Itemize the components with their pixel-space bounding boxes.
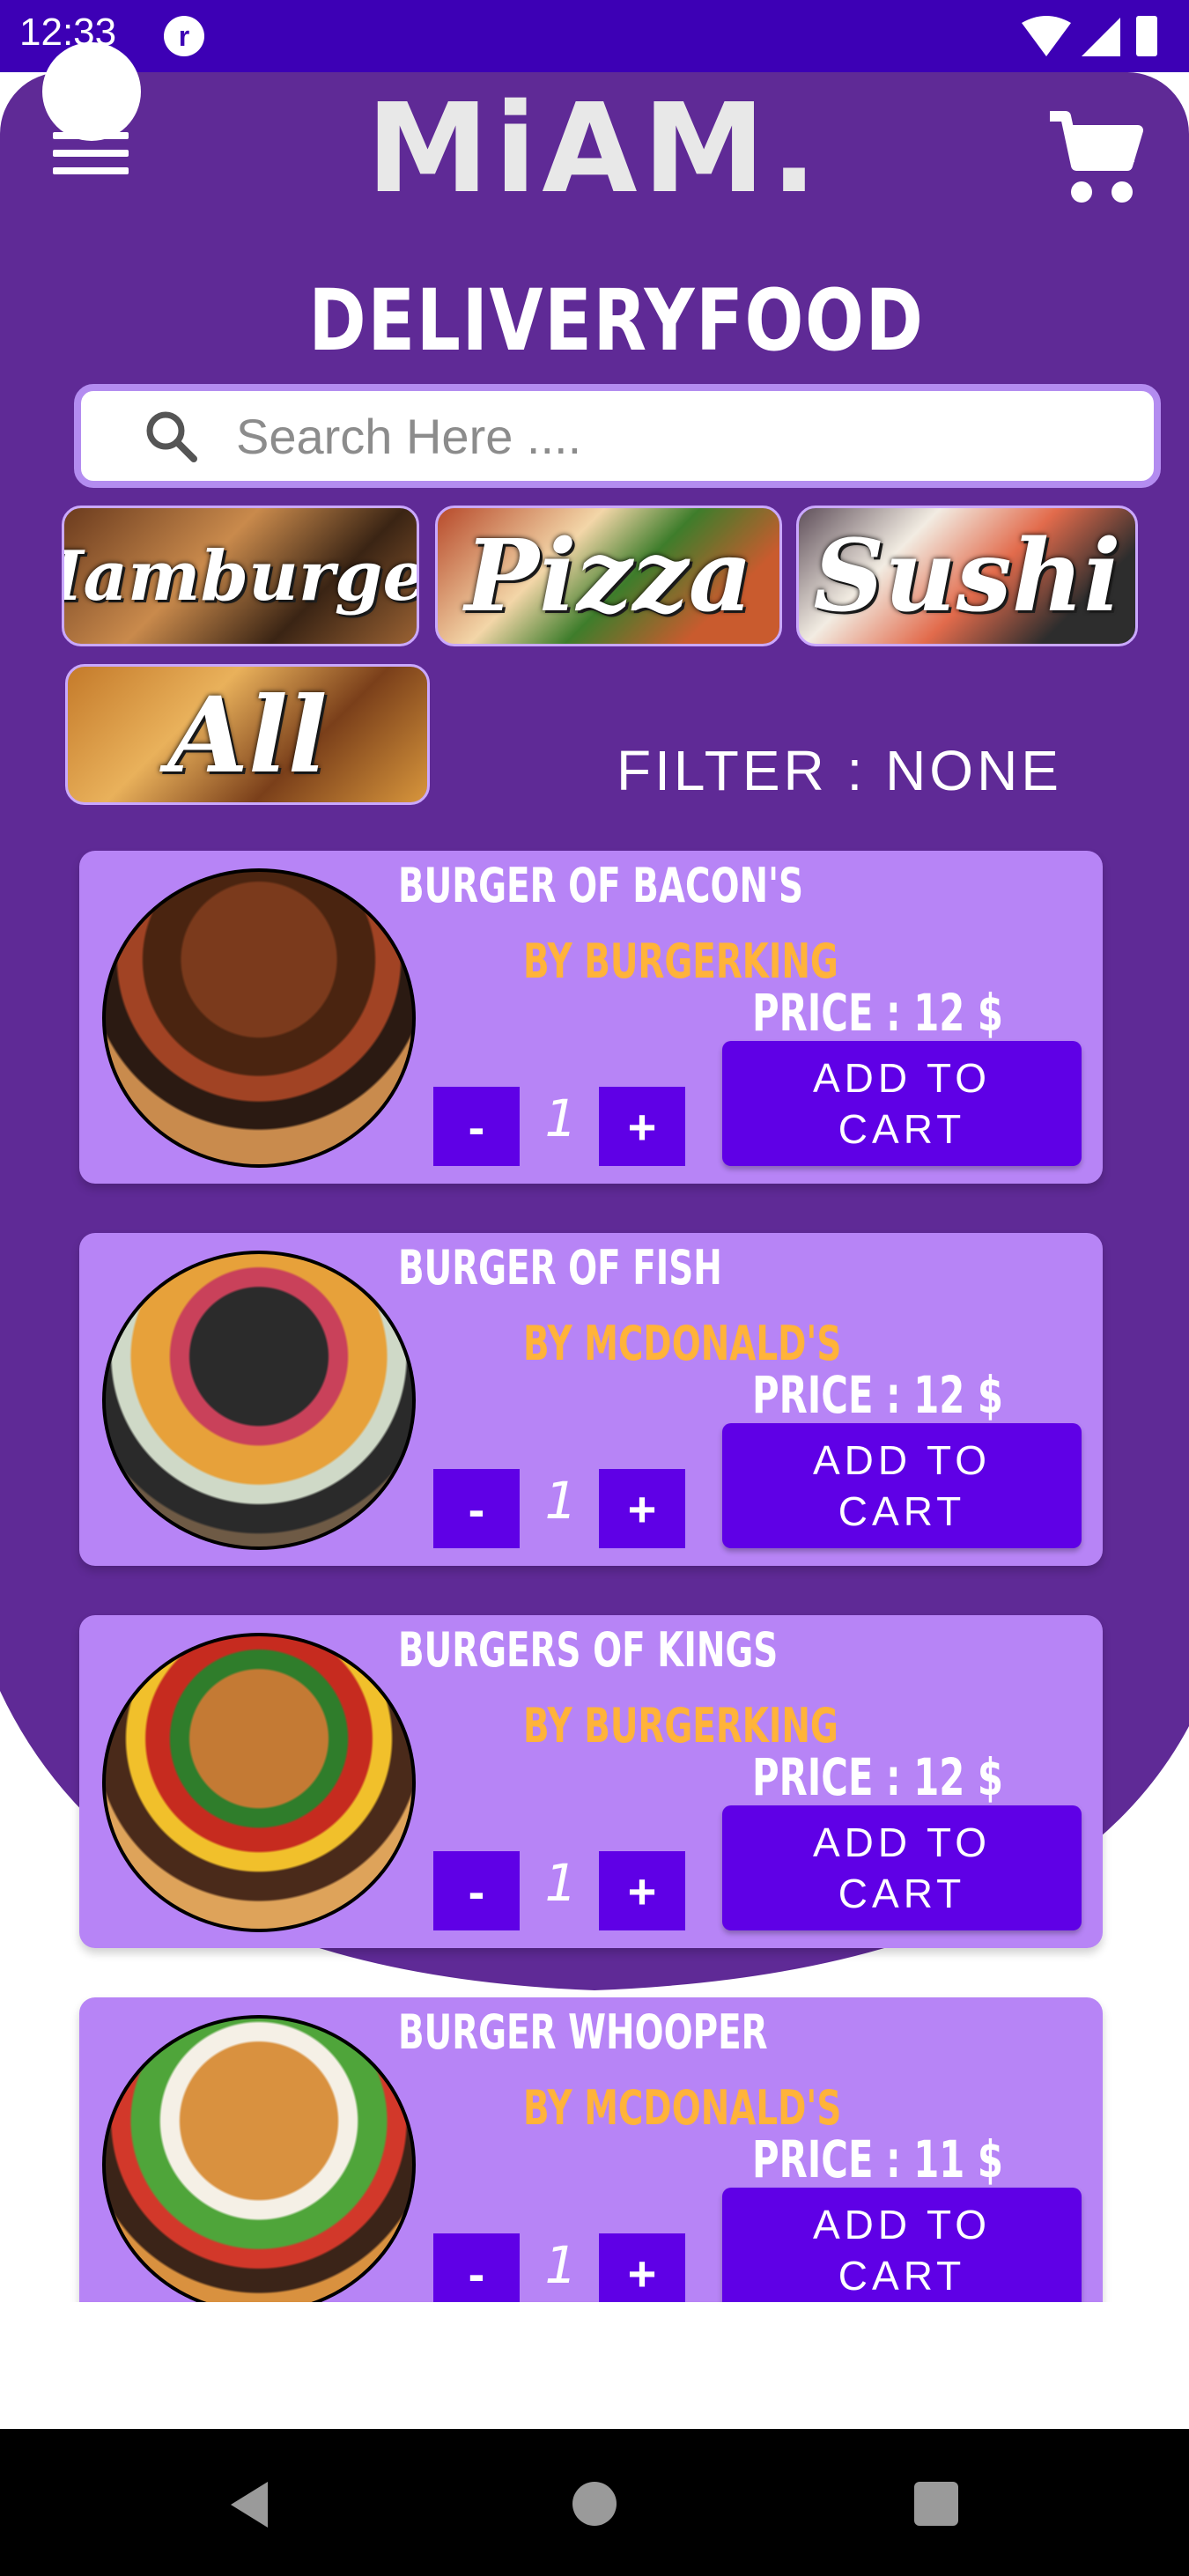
product-image [102,2015,416,2302]
product-name: BURGER WHOOPER [398,2004,768,2060]
category-label: All [167,673,328,796]
product-vendor: BY MCDONALD'S [523,2080,842,2136]
product-card: BURGER OF FISH BY MCDONALD'S PRICE : 12 … [79,1233,1103,1566]
product-price: PRICE : 12 $ [752,1365,1003,1425]
add-to-cart-button[interactable]: ADD TO CART [722,1041,1082,1166]
increase-quantity-button[interactable]: + [599,1469,685,1548]
add-to-cart-button[interactable]: ADD TO CART [722,1423,1082,1548]
system-status-icons [1022,16,1157,56]
product-vendor: BY BURGERKING [523,934,838,989]
product-vendor: BY MCDONALD'S [523,1316,842,1371]
product-name: BURGER OF BACON'S [398,858,804,913]
product-price: PRICE : 11 $ [752,2129,1003,2189]
recents-icon[interactable] [914,2482,958,2526]
product-name: BURGER OF FISH [398,1240,722,1295]
page-title: DELIVERYFOOD [308,271,925,370]
wifi-icon [1022,16,1071,56]
product-vendor: BY BURGERKING [523,1698,838,1753]
category-all[interactable]: All [65,664,430,805]
search-bar[interactable]: Search Here .... [74,384,1161,488]
product-price: PRICE : 12 $ [752,1747,1003,1807]
decrease-quantity-button[interactable]: - [433,1851,520,1930]
category-label: Hamburger [64,535,417,616]
quantity-value: 1 [544,1089,578,1148]
product-card: BURGER OF BACON'S BY BURGERKING PRICE : … [79,851,1103,1184]
search-input[interactable]: Search Here .... [236,408,581,465]
product-card: BURGER WHOOPER BY MCDONALD'S PRICE : 11 … [79,1997,1103,2302]
filter-status: FILTER : NONE [617,739,1062,802]
app-logo: MiAM. [366,78,823,221]
product-card: BURGERS OF KINGS BY BURGERKING PRICE : 1… [79,1615,1103,1948]
category-sushi[interactable]: Sushi [796,506,1138,646]
product-price: PRICE : 12 $ [752,983,1003,1043]
increase-quantity-button[interactable]: + [599,1087,685,1166]
add-to-cart-button[interactable]: ADD TO CART [722,2188,1082,2302]
search-icon [146,411,197,462]
add-to-cart-button[interactable]: ADD TO CART [722,1805,1082,1930]
product-image [102,1633,416,1932]
battery-icon [1136,16,1157,56]
increase-quantity-button[interactable]: + [599,1851,685,1930]
product-name: BURGERS OF KINGS [398,1622,779,1678]
category-pizza[interactable]: Pizza [435,506,782,646]
quantity-value: 1 [544,2235,578,2295]
quantity-value: 1 [544,1853,578,1913]
decrease-quantity-button[interactable]: - [433,1087,520,1166]
category-label: Sushi [813,518,1121,634]
system-navigation-bar [0,2429,1189,2576]
home-icon[interactable] [572,2482,617,2526]
status-bar: 12:33 r [0,0,1189,72]
cart-icon[interactable] [1046,104,1143,210]
product-list[interactable]: BURGER OF BACON'S BY BURGERKING PRICE : … [0,845,1189,2302]
back-icon[interactable] [227,2480,271,2529]
increase-quantity-button[interactable]: + [599,2233,685,2302]
signal-icon [1082,18,1120,56]
product-image [102,868,416,1168]
quantity-value: 1 [544,1471,578,1531]
category-label: Pizza [464,518,753,634]
product-image [102,1251,416,1550]
notification-app-icon: r [164,16,204,56]
category-hamburger[interactable]: Hamburger [62,506,419,646]
decrease-quantity-button[interactable]: - [433,1469,520,1548]
decrease-quantity-button[interactable]: - [433,2233,520,2302]
